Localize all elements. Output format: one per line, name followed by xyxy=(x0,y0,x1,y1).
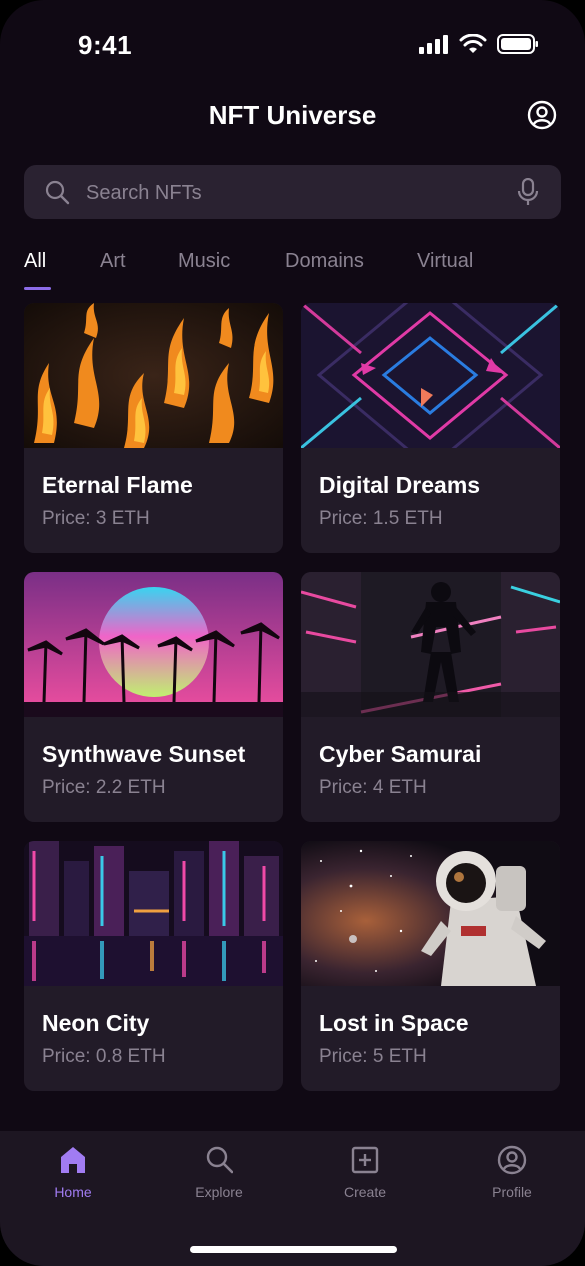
phone-screen: 9:41 NFT Universe Search NFTs All Art Mu… xyxy=(0,0,585,1266)
nft-name: Neon City xyxy=(42,1010,150,1036)
nft-image xyxy=(24,303,283,448)
tab-all[interactable]: All xyxy=(24,250,46,273)
home-indicator[interactable] xyxy=(190,1246,397,1253)
nft-name: Eternal Flame xyxy=(42,472,193,498)
microphone-icon[interactable] xyxy=(517,178,539,206)
nav-create-label: Create xyxy=(343,1184,387,1200)
nft-name: Lost in Space xyxy=(319,1010,469,1036)
search-bar xyxy=(24,165,561,221)
nav-explore-label: Explore xyxy=(195,1184,243,1200)
nft-image xyxy=(24,841,283,986)
nft-price: Price: 4 ETH xyxy=(319,777,427,798)
nft-name: Digital Dreams xyxy=(319,472,481,498)
nft-image xyxy=(24,572,283,717)
nft-card[interactable]: Cyber Samurai Price: 4 ETH xyxy=(301,572,560,822)
nft-card[interactable]: Digital Dreams Price: 1.5 ETH xyxy=(301,303,560,553)
nft-image xyxy=(301,572,560,717)
tab-virtual[interactable]: Virtual xyxy=(417,250,473,273)
signal-icon xyxy=(419,35,448,54)
nav-profile-label: Profile xyxy=(492,1184,532,1200)
nft-card[interactable]: Neon City Price: 0.8 ETH xyxy=(24,841,283,1091)
tab-domains[interactable]: Domains xyxy=(285,250,364,273)
nft-price: Price: 5 ETH xyxy=(319,1046,427,1067)
nav-home[interactable]: Home xyxy=(23,1145,123,1200)
nft-card[interactable]: Lost in Space Price: 5 ETH xyxy=(301,841,560,1091)
wifi-icon xyxy=(459,34,487,53)
user-circle-icon xyxy=(497,1145,527,1175)
user-circle-icon xyxy=(527,100,557,130)
nav-profile[interactable]: Profile xyxy=(462,1145,562,1200)
category-tabs: All Art Music Domains Virtual xyxy=(24,250,564,294)
nav-create[interactable]: Create xyxy=(315,1145,415,1200)
nft-image xyxy=(301,841,560,986)
tab-music[interactable]: Music xyxy=(178,250,230,273)
nft-card[interactable]: Synthwave Sunset Price: 2.2 ETH xyxy=(24,572,283,822)
nft-name: Cyber Samurai xyxy=(319,741,482,767)
status-icons xyxy=(419,34,539,54)
search-input[interactable] xyxy=(84,165,508,221)
nft-price: Price: 3 ETH xyxy=(42,508,150,529)
plus-square-icon xyxy=(351,1146,379,1174)
search-icon xyxy=(206,1146,234,1174)
page-title: NFT Universe xyxy=(208,100,377,130)
search-icon xyxy=(45,180,70,205)
nft-image xyxy=(301,303,560,448)
nav-explore[interactable]: Explore xyxy=(169,1145,269,1200)
nft-price: Price: 2.2 ETH xyxy=(42,777,166,798)
status-bar: 9:41 xyxy=(0,0,585,90)
nft-price: Price: 1.5 ETH xyxy=(319,508,443,529)
active-tab-indicator xyxy=(24,287,51,290)
home-icon xyxy=(61,1147,85,1173)
nft-name: Synthwave Sunset xyxy=(42,741,246,767)
nft-card[interactable]: Eternal Flame Price: 3 ETH xyxy=(24,303,283,553)
tab-art[interactable]: Art xyxy=(100,250,126,273)
status-time: 9:41 xyxy=(78,30,133,60)
nav-home-label: Home xyxy=(54,1184,92,1200)
battery-icon xyxy=(497,34,538,54)
profile-button[interactable] xyxy=(527,100,557,130)
nft-price: Price: 0.8 ETH xyxy=(42,1046,166,1067)
